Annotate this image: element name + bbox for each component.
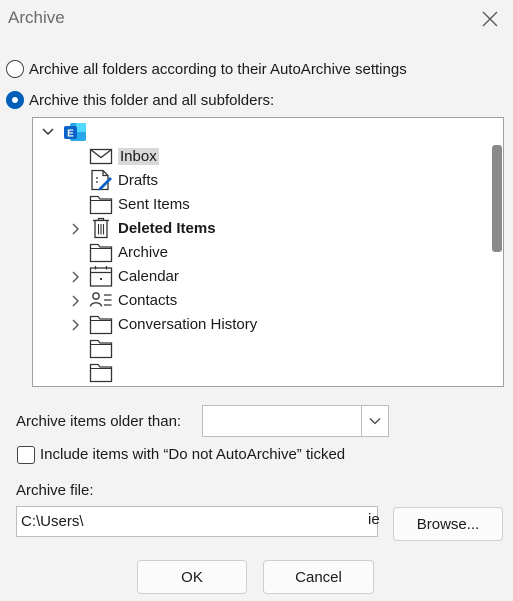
tree-item-archive[interactable]: Archive bbox=[89, 240, 168, 264]
exchange-account-icon: E bbox=[64, 123, 86, 141]
archive-file-overflow-text: ie bbox=[368, 511, 380, 528]
chevron-down-icon[interactable] bbox=[41, 125, 55, 139]
cancel-button[interactable]: Cancel bbox=[263, 560, 374, 594]
tree-item-label: Archive bbox=[118, 243, 169, 261]
radio-autoarchive-all-indicator[interactable] bbox=[6, 60, 24, 78]
chevron-right-icon[interactable] bbox=[69, 222, 83, 236]
archive-file-input[interactable] bbox=[16, 506, 378, 537]
folder-icon bbox=[89, 243, 113, 263]
window-title: Archive bbox=[8, 8, 65, 27]
close-button[interactable] bbox=[477, 6, 503, 32]
tree-item-conversation-history[interactable]: Conversation History bbox=[89, 312, 257, 336]
older-than-label: Archive items older than: bbox=[16, 413, 182, 430]
chevron-right-icon[interactable] bbox=[69, 270, 83, 284]
chevron-right-icon[interactable] bbox=[69, 294, 83, 308]
folder-tree[interactable]: E Inbox Drafts Sent Items Deleted Items … bbox=[32, 117, 504, 387]
older-than-input[interactable] bbox=[202, 405, 362, 437]
tree-item-unnamed-folder[interactable] bbox=[89, 360, 118, 384]
tree-item-label: Sent Items bbox=[118, 195, 190, 213]
radio-this-folder[interactable]: Archive this folder and all subfolders: bbox=[6, 91, 274, 109]
ok-button[interactable]: OK bbox=[137, 560, 247, 594]
tree-root[interactable]: E bbox=[41, 120, 89, 144]
contacts-icon bbox=[89, 292, 112, 307]
tree-scrollbar[interactable] bbox=[485, 118, 503, 386]
radio-autoarchive-all-label: Archive all folders according to their A… bbox=[29, 60, 407, 78]
tree-scroll-thumb[interactable] bbox=[492, 145, 502, 252]
do-not-autoarchive-label: Include items with “Do not AutoArchive” … bbox=[40, 446, 346, 463]
tree-item-label: Drafts bbox=[118, 171, 159, 189]
folder-icon bbox=[89, 195, 113, 215]
tree-item-label: Contacts bbox=[118, 291, 178, 309]
tree-item-label: Inbox bbox=[118, 147, 159, 165]
tree-item-unnamed-folder[interactable] bbox=[89, 336, 118, 360]
chevron-right-icon[interactable] bbox=[69, 318, 83, 332]
svg-text:E: E bbox=[67, 129, 74, 140]
archive-file-label: Archive file: bbox=[16, 482, 94, 499]
folder-icon bbox=[89, 339, 113, 359]
folder-icon bbox=[89, 315, 113, 335]
tree-item-deleted-items[interactable]: Deleted Items bbox=[89, 216, 216, 240]
browse-button[interactable]: Browse... bbox=[393, 507, 503, 541]
tree-item-calendar[interactable]: Calendar bbox=[89, 264, 179, 288]
folder-icon bbox=[89, 363, 113, 383]
calendar-icon bbox=[89, 266, 113, 287]
tree-item-label: Conversation History bbox=[118, 315, 258, 333]
envelope-icon bbox=[89, 148, 113, 165]
do-not-autoarchive-checkbox[interactable] bbox=[17, 446, 35, 464]
tree-item-drafts[interactable]: Drafts bbox=[89, 168, 158, 192]
tree-item-label: Calendar bbox=[118, 267, 179, 285]
older-than-dropdown-button[interactable] bbox=[361, 405, 389, 437]
radio-this-folder-indicator[interactable] bbox=[6, 91, 24, 109]
tree-item-sent-items[interactable]: Sent Items bbox=[89, 192, 190, 216]
tree-item-label: Deleted Items bbox=[118, 219, 216, 237]
radio-autoarchive-all[interactable]: Archive all folders according to their A… bbox=[6, 60, 407, 78]
chevron-down-icon bbox=[369, 418, 381, 425]
tree-item-contacts[interactable]: Contacts bbox=[89, 288, 177, 312]
trash-icon bbox=[93, 217, 109, 239]
close-icon bbox=[482, 11, 498, 27]
radio-this-folder-label: Archive this folder and all subfolders: bbox=[29, 91, 275, 109]
drafts-icon bbox=[91, 169, 112, 191]
tree-item-inbox[interactable]: Inbox bbox=[89, 144, 159, 168]
title-bar: Archive bbox=[0, 0, 513, 38]
